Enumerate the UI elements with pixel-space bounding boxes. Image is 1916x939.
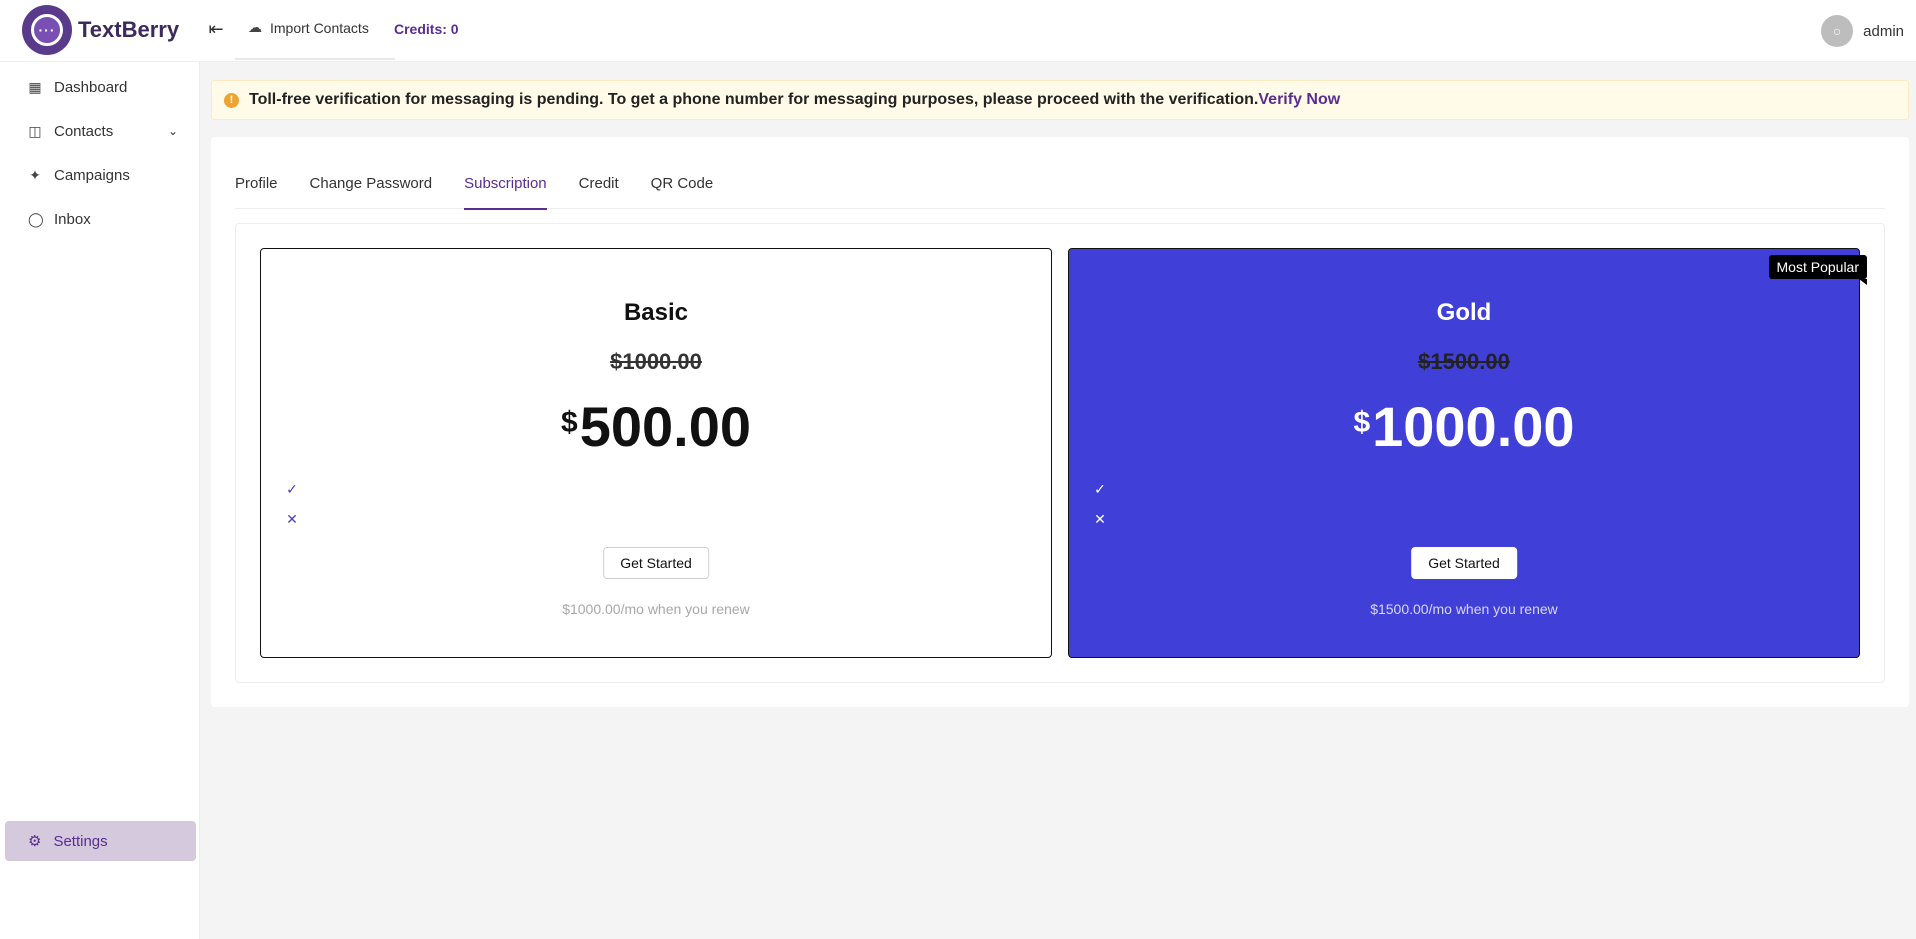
sidebar-item-label: Contacts: [54, 122, 114, 140]
currency-symbol: $: [561, 406, 578, 439]
tab-subscription[interactable]: Subscription: [464, 173, 547, 210]
plans-container: Basic $1000.00 $500.00 ✓ ✕ Get Started $…: [235, 223, 1885, 683]
sidebar: ▦ Dashboard ◫ Contacts ⌄ ✦ Campaigns ◯ I…: [0, 62, 200, 939]
gear-icon: ⚙: [28, 833, 42, 850]
tab-profile[interactable]: Profile: [235, 173, 278, 209]
alert-message: Toll-free verification for messaging is …: [249, 91, 1259, 108]
get-started-button[interactable]: Get Started: [1411, 547, 1517, 579]
brand-logo[interactable]: ··· TextBerry: [22, 5, 179, 55]
tab-credit[interactable]: Credit: [579, 173, 619, 209]
top-header: ··· TextBerry ⇤ ☁ Import Contacts Credit…: [0, 0, 1916, 62]
sidebar-item-label: Dashboard: [54, 78, 128, 96]
cloud-upload-icon: ☁: [248, 19, 262, 35]
plan-name: Gold: [1436, 299, 1492, 326]
import-contacts-button[interactable]: ☁ Import Contacts: [248, 19, 369, 36]
renew-note: $1500.00/mo when you renew: [1370, 601, 1558, 617]
user-menu[interactable]: ○ admin: [1821, 15, 1904, 47]
brand-name: TextBerry: [78, 17, 180, 42]
user-name: admin: [1863, 22, 1904, 40]
settings-card: Profile Change Password Subscription Cre…: [211, 137, 1909, 707]
get-started-button[interactable]: Get Started: [603, 547, 709, 579]
sidebar-item-contacts[interactable]: ◫ Contacts ⌄: [0, 111, 200, 151]
check-icon: ✓: [1094, 481, 1106, 497]
plan-price: $1000.00: [1069, 397, 1859, 457]
credits-label: Credits: 0: [394, 21, 459, 37]
price-value: 500.00: [579, 395, 751, 458]
check-icon: ✓: [286, 481, 298, 497]
plan-name: Basic: [623, 299, 689, 326]
megaphone-icon: ✦: [29, 166, 41, 183]
cross-icon: ✕: [286, 511, 298, 527]
menu-collapse-icon[interactable]: ⇤: [207, 19, 225, 39]
grid-icon: ▦: [28, 78, 42, 95]
avatar: ○: [1821, 15, 1854, 47]
logo-icon: ···: [22, 5, 72, 55]
verify-now-link[interactable]: Verify Now: [1258, 91, 1340, 109]
most-popular-badge: Most Popular: [1768, 255, 1868, 285]
chevron-down-icon: ⌄: [167, 124, 178, 138]
import-underline: [235, 58, 395, 60]
renew-note: $1000.00/mo when you renew: [562, 601, 750, 617]
price-value: 1000.00: [1372, 395, 1575, 458]
sidebar-item-inbox[interactable]: ◯ Inbox: [0, 199, 200, 239]
plan-price: $500.00: [261, 397, 1051, 457]
tab-change-password[interactable]: Change Password: [310, 173, 433, 209]
warning-icon: !: [224, 92, 239, 108]
cross-icon: ✕: [1094, 511, 1106, 527]
chat-icon: ◯: [28, 210, 44, 227]
plan-card-gold: Most Popular Gold $1500.00 $1000.00 ✓ ✕ …: [1068, 248, 1868, 658]
contacts-icon: ◫: [28, 122, 42, 139]
plan-old-price: $1500.00: [1418, 349, 1510, 374]
sidebar-item-campaigns[interactable]: ✦ Campaigns: [0, 155, 200, 195]
settings-tabs: Profile Change Password Subscription Cre…: [235, 173, 1885, 210]
sidebar-item-label: Inbox: [54, 210, 91, 228]
tab-qr-code[interactable]: QR Code: [651, 173, 714, 209]
sidebar-item-label: Settings: [53, 832, 108, 850]
plan-old-price: $1000.00: [610, 349, 702, 374]
sidebar-item-settings[interactable]: ⚙ Settings: [5, 821, 196, 861]
sidebar-item-dashboard[interactable]: ▦ Dashboard: [0, 67, 200, 107]
verification-alert: ! Toll-free verification for messaging i…: [211, 80, 1909, 120]
plan-card-basic: Basic $1000.00 $500.00 ✓ ✕ Get Started $…: [260, 248, 1052, 658]
import-contacts-label: Import Contacts: [270, 19, 369, 36]
currency-symbol: $: [1353, 406, 1371, 439]
sidebar-item-label: Campaigns: [54, 166, 130, 184]
